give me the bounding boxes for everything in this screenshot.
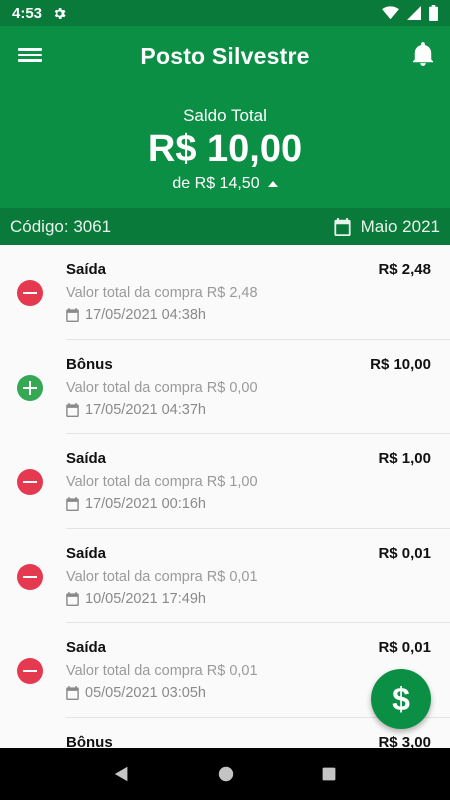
transaction-detail: Valor total da compra R$ 0,01 (66, 568, 258, 585)
transaction-date: 10/05/2021 17:49h (66, 591, 206, 607)
transaction-type: Saída (66, 639, 107, 657)
dollar-icon: $ (392, 680, 410, 717)
transaction-amount: R$ 10,00 (370, 355, 431, 373)
home-icon[interactable] (217, 765, 235, 783)
transaction-date-text: 17/05/2021 00:16h (85, 496, 206, 513)
transaction-date-text: 10/05/2021 17:49h (85, 590, 206, 607)
transaction-type: Bônus (66, 733, 113, 748)
transaction-date: 17/05/2021 00:16h (66, 496, 206, 512)
status-bar: 4:53 (0, 0, 450, 26)
transaction-detail: Valor total da compra R$ 0,01 (66, 663, 258, 680)
month-selector[interactable]: Maio 2021 (334, 217, 440, 237)
transaction-date: 17/05/2021 04:38h (66, 307, 206, 323)
credit-plus-icon (17, 374, 43, 401)
balance-value: R$ 10,00 (147, 128, 303, 170)
previous-balance: de R$ 14,50 (0, 175, 450, 193)
page-title: Posto Silvestre (140, 42, 310, 69)
notifications-bell-icon[interactable] (412, 42, 436, 68)
transaction-date: 17/05/2021 04:37h (66, 402, 206, 418)
transaction-amount: R$ 2,48 (378, 261, 431, 278)
transaction-type: Bônus (66, 355, 113, 373)
balance-label: Saldo Total (183, 106, 267, 125)
transaction-date-text: 17/05/2021 04:37h (85, 401, 206, 418)
calendar-icon (66, 497, 79, 512)
transaction-row[interactable]: Saída R$ 1,00 Valor total da compra R$ 1… (0, 434, 450, 529)
status-time: 4:53 (12, 4, 43, 22)
calendar-icon (66, 308, 79, 322)
toolbar: Posto Silvestre (0, 26, 450, 86)
transaction-row[interactable]: Saída R$ 2,48 Valor total da compra R$ 2… (0, 245, 450, 340)
debit-minus-icon (17, 658, 43, 685)
transaction-type: Saída (66, 450, 107, 468)
transaction-amount: R$ 1,00 (378, 450, 431, 468)
transaction-date-text: 17/05/2021 04:38h (85, 307, 206, 323)
transaction-detail: Valor total da compra R$ 0,00 (66, 379, 258, 396)
transaction-detail: Valor total da compra R$ 2,48 (66, 285, 258, 301)
transaction-list[interactable]: Saída R$ 2,48 Valor total da compra R$ 2… (0, 245, 450, 748)
transaction-row[interactable]: Saída R$ 0,01 Valor total da compra R$ 0… (0, 529, 450, 624)
header-info-bar: Código: 3061 Maio 2021 (0, 208, 450, 245)
transaction-amount: R$ 3,00 (378, 733, 431, 748)
transaction-amount: R$ 0,01 (378, 544, 431, 562)
previous-balance-text: de R$ 14,50 (172, 175, 260, 192)
calendar-icon (66, 402, 79, 417)
calendar-icon (334, 217, 351, 236)
battery-icon (429, 5, 438, 21)
settings-icon (54, 7, 66, 19)
recents-icon[interactable] (321, 766, 337, 782)
transaction-row[interactable]: Bônus R$ 10,00 Valor total da compra R$ … (0, 340, 450, 435)
transaction-amount: R$ 0,01 (378, 639, 431, 657)
calendar-icon (66, 686, 79, 701)
debit-minus-icon (17, 563, 43, 590)
dollar-fab-button[interactable]: $ (371, 669, 431, 729)
transaction-detail: Valor total da compra R$ 1,00 (66, 474, 258, 491)
debit-minus-icon (17, 469, 43, 496)
menu-icon[interactable] (18, 45, 42, 67)
code-label: Código: 3061 (10, 216, 112, 236)
back-icon[interactable] (113, 765, 131, 783)
calendar-icon (66, 591, 79, 606)
transaction-type: Saída (66, 261, 107, 278)
app-header: Posto Silvestre Saldo Total R$ 10,00 de … (0, 26, 450, 245)
transaction-date-text: 05/05/2021 03:05h (85, 685, 206, 702)
system-navigation-bar (0, 748, 450, 800)
month-label: Maio 2021 (360, 216, 440, 236)
debit-minus-icon (17, 280, 43, 306)
transaction-date: 05/05/2021 03:05h (66, 685, 206, 701)
status-icons (382, 5, 438, 21)
transaction-type: Saída (66, 544, 107, 562)
wifi-icon (382, 6, 399, 20)
cellular-signal-icon (407, 6, 421, 20)
arrow-up-icon (267, 181, 278, 187)
